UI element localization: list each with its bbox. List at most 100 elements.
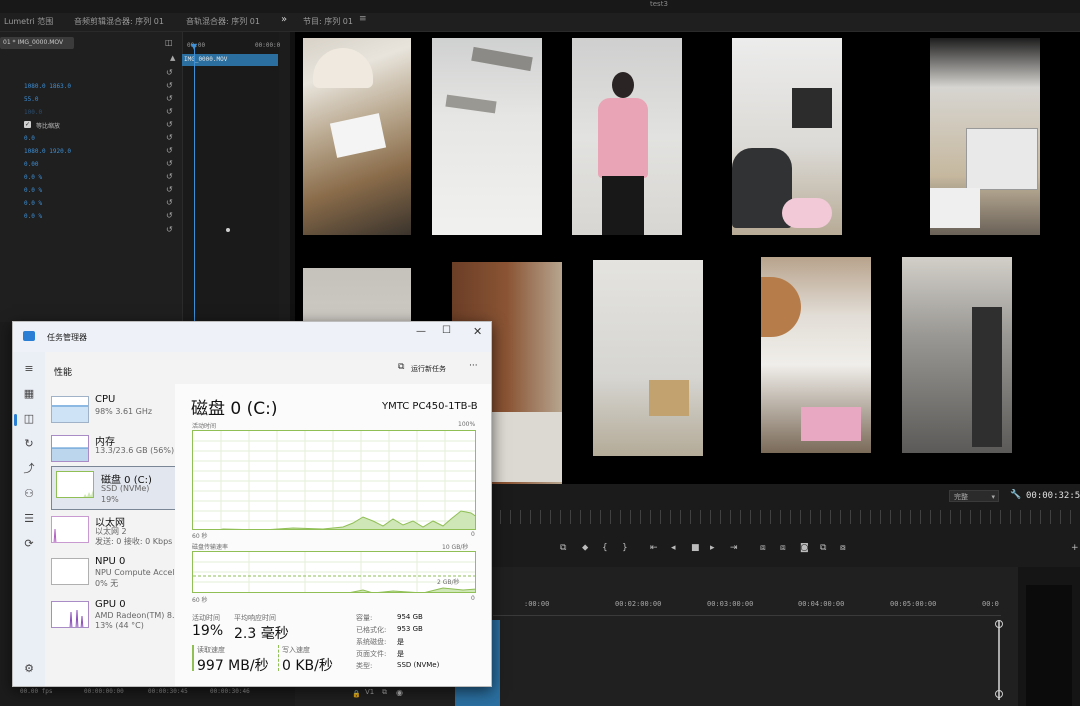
keyframe-dot[interactable] <box>226 228 230 232</box>
settings-gear-icon[interactable]: ⚙ <box>22 662 36 676</box>
extract-icon[interactable]: ⧈ <box>780 543 786 553</box>
reset-icon[interactable]: ↺ <box>166 173 175 181</box>
footer-timecode: 00:00:30:46 <box>210 688 250 695</box>
sync-lock-icon[interactable]: ⧉ <box>382 688 387 697</box>
lock-icon[interactable]: 🔒 <box>352 690 361 698</box>
scale-width-value[interactable]: 100.0 <box>24 109 42 116</box>
reset-icon[interactable]: ↺ <box>166 82 175 90</box>
reset-icon[interactable]: ↺ <box>166 121 175 129</box>
resource-item-disk[interactable]: 磁盘 0 (C:) SSD (NVMe) 19% <box>51 466 177 510</box>
resource-item-ethernet[interactable]: 以太网 以太网 2 发送: 0 接收: 0 Kbps <box>51 514 177 554</box>
scroll-handle-top[interactable] <box>995 620 1003 628</box>
timeline-clip-v1[interactable] <box>455 684 493 706</box>
expand-arrow-icon[interactable]: ▲ <box>170 54 175 62</box>
expand-panels-icon[interactable]: » <box>281 14 287 25</box>
crop-left-value[interactable]: 0.0 % <box>24 174 42 181</box>
add-button-icon[interactable]: + <box>1071 543 1079 553</box>
reset-icon[interactable]: ↺ <box>166 160 175 168</box>
playhead-marker-icon[interactable]: ▼ <box>191 42 197 51</box>
video-frame-1 <box>303 38 411 235</box>
go-to-out-icon[interactable]: ⇥ <box>730 543 738 553</box>
tab-audio-clip-mixer[interactable]: 音频剪辑混合器: 序列 01 <box>74 16 164 27</box>
uniform-scale-checkbox[interactable]: ✓ <box>24 121 31 128</box>
add-marker-icon[interactable]: ⬥ <box>582 543 588 553</box>
panel-tab-bar: Lumetri 范围 音频剪辑混合器: 序列 01 音轨混合器: 序列 01 »… <box>0 13 1080 32</box>
position-value[interactable]: 1080.0 1863.0 <box>24 83 71 90</box>
crop-top-value[interactable]: 0.0 % <box>24 187 42 194</box>
performance-icon[interactable]: ◫ <box>22 412 36 426</box>
prop-key: 系统磁盘: <box>356 638 387 646</box>
track-v1-label[interactable]: V1 <box>365 688 374 696</box>
minimize-button[interactable]: — <box>416 326 426 337</box>
graph1-label: 活动时间 <box>192 423 217 430</box>
close-button[interactable]: ✕ <box>473 325 482 338</box>
more-options-button[interactable]: ··· <box>469 361 478 371</box>
rotation-value[interactable]: 0.0 <box>24 135 35 142</box>
services-icon[interactable]: ⟳ <box>22 537 36 551</box>
resource-item-cpu[interactable]: CPU 98% 3.61 GHz <box>51 394 177 434</box>
task-manager-titlebar[interactable]: 任务管理器 — ☐ ✕ <box>13 322 491 352</box>
prop-value: SSD (NVMe) <box>397 661 440 669</box>
reset-icon[interactable]: ↺ <box>166 186 175 194</box>
reset-icon[interactable]: ↺ <box>166 108 175 116</box>
multicam-icon[interactable]: ⧇ <box>840 543 846 553</box>
clip-selector[interactable]: 01 * IMG_0000.MOV <box>0 37 74 49</box>
timeline-scrollbar[interactable] <box>998 620 1000 700</box>
scroll-handle-bottom[interactable] <box>995 690 1003 698</box>
run-new-task-button[interactable]: 运行新任务 <box>411 364 446 374</box>
crop-right-value[interactable]: 0.0 % <box>24 200 42 207</box>
crop-bottom-value[interactable]: 0.0 % <box>24 213 42 220</box>
program-ruler[interactable] <box>490 510 1080 524</box>
step-back-icon[interactable]: ◂ <box>671 543 676 553</box>
flicker-value[interactable]: 0.00 <box>24 161 38 168</box>
scale-value[interactable]: 55.0 <box>24 96 38 103</box>
camera-icon[interactable]: ◙ <box>800 543 809 553</box>
compare-icon[interactable]: ⧉ <box>820 543 826 553</box>
resource-item-gpu[interactable]: GPU 0 AMD Radeon(TM) 8... 13% (44 °C) <box>51 599 180 639</box>
go-to-in-icon[interactable]: ⇤ <box>650 543 658 553</box>
app-history-icon[interactable]: ↻ <box>22 437 36 451</box>
step-forward-icon[interactable]: ▸ <box>710 543 715 553</box>
tab-lumetri[interactable]: Lumetri 范围 <box>4 16 53 27</box>
active-time-label: 活动时间 <box>192 614 220 622</box>
reset-icon[interactable]: ↺ <box>166 212 175 220</box>
eye-icon[interactable]: ◉ <box>396 688 403 697</box>
fit-dropdown[interactable]: 完整 ▾ <box>949 490 999 502</box>
resource-item-npu[interactable]: NPU 0 NPU Compute Accel... 0% 无 <box>51 556 182 596</box>
tab-audio-track-mixer[interactable]: 音轨混合器: 序列 01 <box>186 16 260 27</box>
mini-playhead[interactable] <box>194 44 195 324</box>
reset-icon[interactable]: ↺ <box>166 95 175 103</box>
details-icon[interactable]: ☰ <box>22 512 36 526</box>
graph1-x-right: 0 <box>471 531 475 538</box>
panel-menu-icon[interactable]: ≡ <box>359 14 367 24</box>
startup-apps-icon[interactable]: ⤴ <box>22 462 36 476</box>
effect-mini-timeline: 00:00 00:00:0 <box>182 32 280 322</box>
run-task-icon[interactable]: ⧉ <box>398 362 404 372</box>
reset-icon[interactable]: ↺ <box>166 147 175 155</box>
reset-icon[interactable]: ↺ <box>166 134 175 142</box>
wrench-icon[interactable]: 🔧 <box>1010 490 1021 500</box>
tab-program-monitor[interactable]: 节目: 序列 01 <box>303 16 353 27</box>
program-timecode[interactable]: 00:00:32:56 <box>1026 491 1080 501</box>
reset-icon[interactable]: ↺ <box>166 199 175 207</box>
hamburger-menu-icon[interactable]: ≡ <box>22 362 36 376</box>
resource-name: GPU 0 <box>95 599 126 610</box>
panel-toggle-icon[interactable]: ◫ <box>165 38 173 47</box>
mark-in-icon[interactable]: ⧉ <box>560 543 566 553</box>
lift-icon[interactable]: ⧈ <box>760 543 766 553</box>
graph2-label: 磁盘传输速率 <box>192 544 229 551</box>
mark-out-bracket-icon[interactable]: } <box>622 543 628 553</box>
processes-icon[interactable]: ▦ <box>22 387 36 401</box>
task-manager-window[interactable]: 任务管理器 — ☐ ✕ ≡ ▦ ◫ ↻ ⤴ ⚇ ☰ ⟳ ⚙ 性能 ⧉ 运行新任务… <box>12 321 492 687</box>
users-icon[interactable]: ⚇ <box>22 487 36 501</box>
graph2-x-left: 60 秒 <box>192 597 208 604</box>
reset-icon[interactable]: ↺ <box>166 226 175 234</box>
resource-name: CPU <box>95 394 116 405</box>
maximize-button[interactable]: ☐ <box>442 325 451 336</box>
reset-icon[interactable]: ↺ <box>166 69 175 77</box>
mini-clip-bar[interactable]: IMG_0000.MOV <box>182 54 278 66</box>
resource-list: CPU 98% 3.61 GHz 内存 13.3/23.6 GB (56%) 磁… <box>45 384 182 686</box>
mark-in-bracket-icon[interactable]: { <box>602 543 608 553</box>
anchor-point-value[interactable]: 1080.0 1920.0 <box>24 148 71 155</box>
stop-icon[interactable]: ■ <box>691 543 700 553</box>
